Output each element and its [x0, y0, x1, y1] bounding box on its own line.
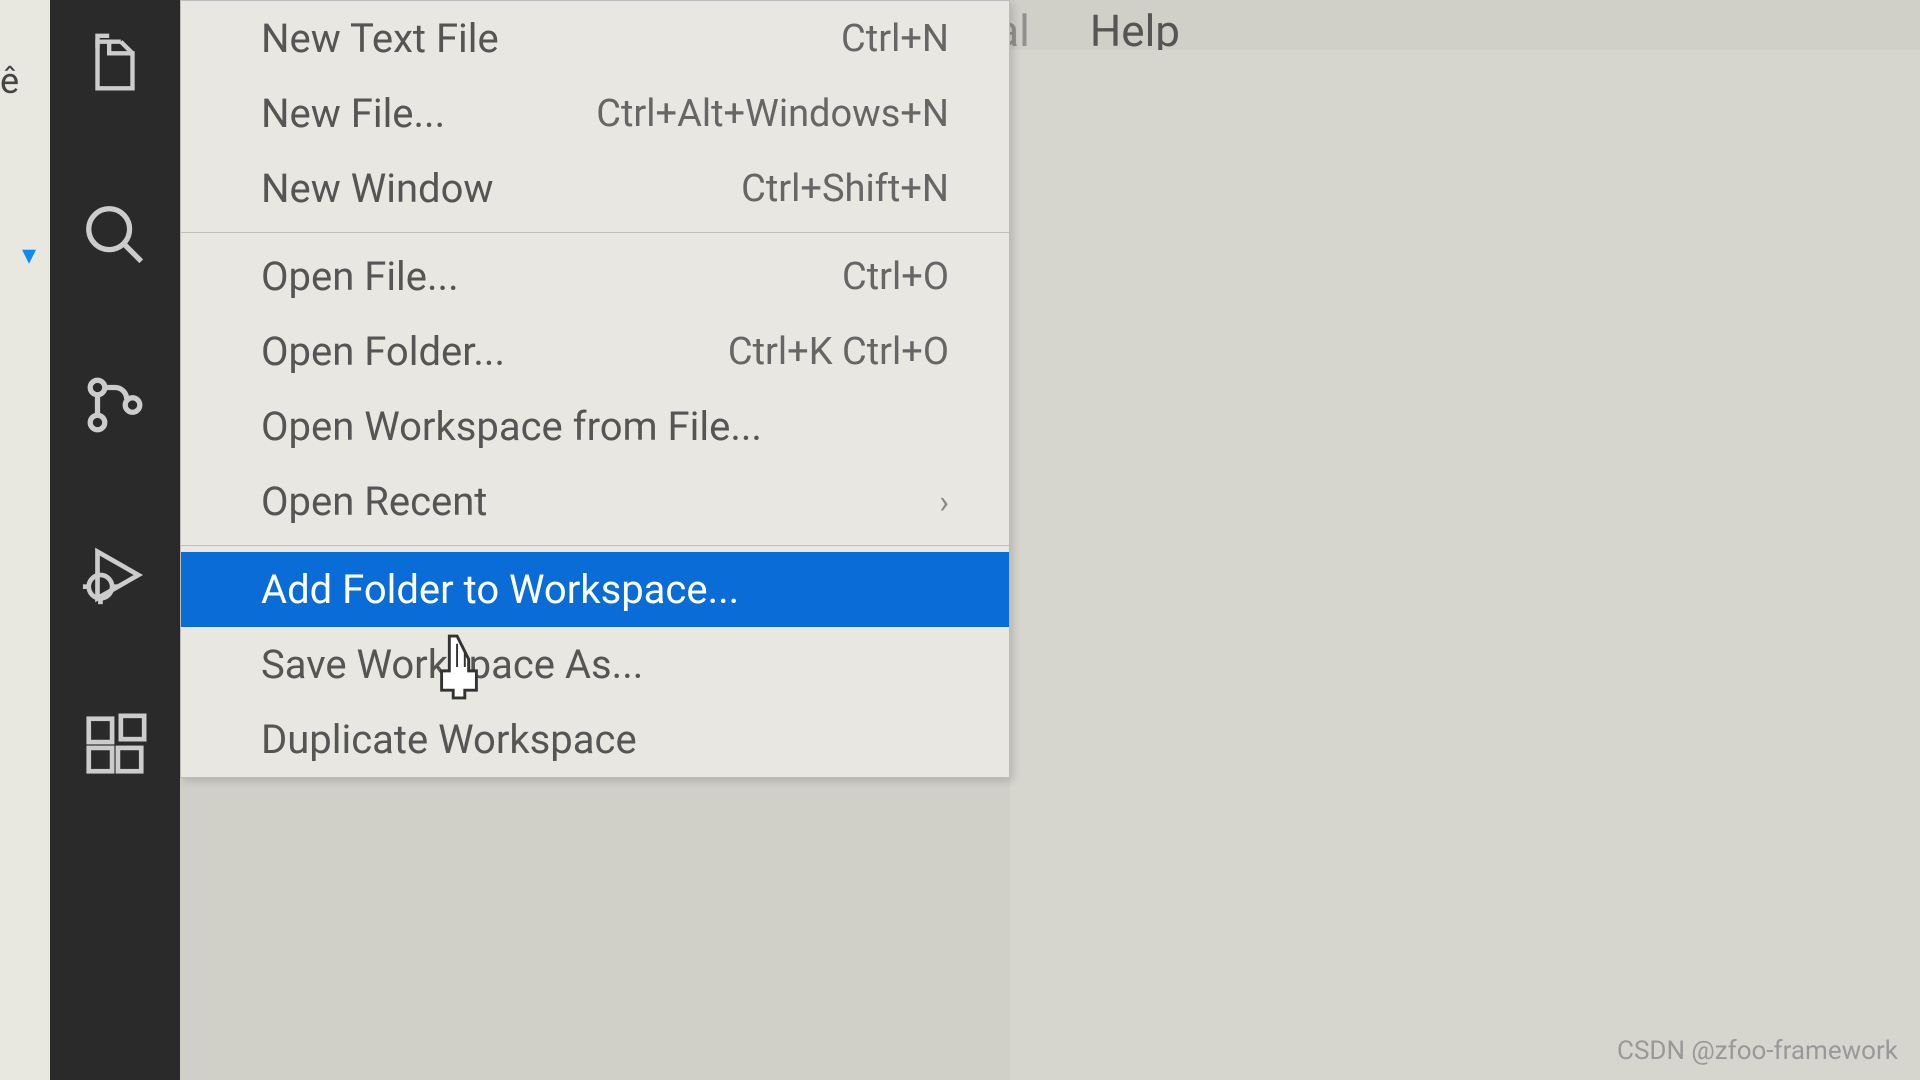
menu-label: New Window — [261, 165, 493, 212]
menu-label: Open Workspace from File... — [261, 403, 762, 450]
menu-item-add-folder-to-workspace[interactable]: Add Folder to Workspace... — [181, 552, 1009, 627]
menu-item-open-workspace-from-file[interactable]: Open Workspace from File... — [181, 389, 1009, 464]
menu-item-open-folder[interactable]: Open Folder... Ctrl+K Ctrl+O — [181, 314, 1009, 389]
menu-label: Open File... — [261, 253, 459, 300]
menu-shortcut: Ctrl+O — [842, 255, 949, 299]
menu-item-new-file[interactable]: New File... Ctrl+Alt+Windows+N — [181, 76, 1009, 151]
chevron-right-icon: › — [939, 483, 949, 521]
menu-separator — [181, 545, 1009, 546]
menu-label: Open Recent — [261, 478, 487, 525]
extensions-icon[interactable] — [80, 710, 150, 780]
search-icon[interactable] — [80, 200, 150, 270]
menu-shortcut: Ctrl+Alt+Windows+N — [596, 92, 949, 136]
editor-area — [1010, 50, 1920, 1080]
menu-shortcut: Ctrl+N — [841, 17, 949, 61]
menu-label: Open Folder... — [261, 328, 505, 375]
menu-label: New Text File — [261, 15, 499, 62]
menu-separator — [181, 232, 1009, 233]
explorer-icon[interactable] — [80, 30, 150, 100]
watermark-text: CSDN @zfoo-framework — [1617, 1036, 1898, 1066]
menu-label: Add Folder to Workspace... — [261, 566, 739, 613]
menu-item-new-window[interactable]: New Window Ctrl+Shift+N — [181, 151, 1009, 226]
menu-item-new-text-file[interactable]: New Text File Ctrl+N — [181, 1, 1009, 76]
left-edge-char: ê — [0, 60, 19, 102]
menu-item-save-workspace-as[interactable]: Save Workspace As... — [181, 627, 1009, 702]
menu-item-open-recent[interactable]: Open Recent › — [181, 464, 1009, 539]
activity-bar — [50, 0, 180, 1080]
menu-shortcut: Ctrl+Shift+N — [741, 167, 949, 211]
file-dropdown-menu: New Text File Ctrl+N New File... Ctrl+Al… — [180, 0, 1010, 778]
source-control-icon[interactable] — [80, 370, 150, 440]
left-edge-marker: ▾ — [22, 238, 36, 271]
menu-label: New File... — [261, 90, 445, 137]
menu-label: Duplicate Workspace — [261, 716, 637, 763]
menu-item-open-file[interactable]: Open File... Ctrl+O — [181, 239, 1009, 314]
menu-label: Save Workspace As... — [261, 641, 643, 688]
editor-left-edge: ê ▾ — [0, 0, 50, 1080]
menu-shortcut: Ctrl+K Ctrl+O — [728, 330, 949, 374]
menu-item-duplicate-workspace[interactable]: Duplicate Workspace — [181, 702, 1009, 777]
run-debug-icon[interactable] — [80, 540, 150, 610]
